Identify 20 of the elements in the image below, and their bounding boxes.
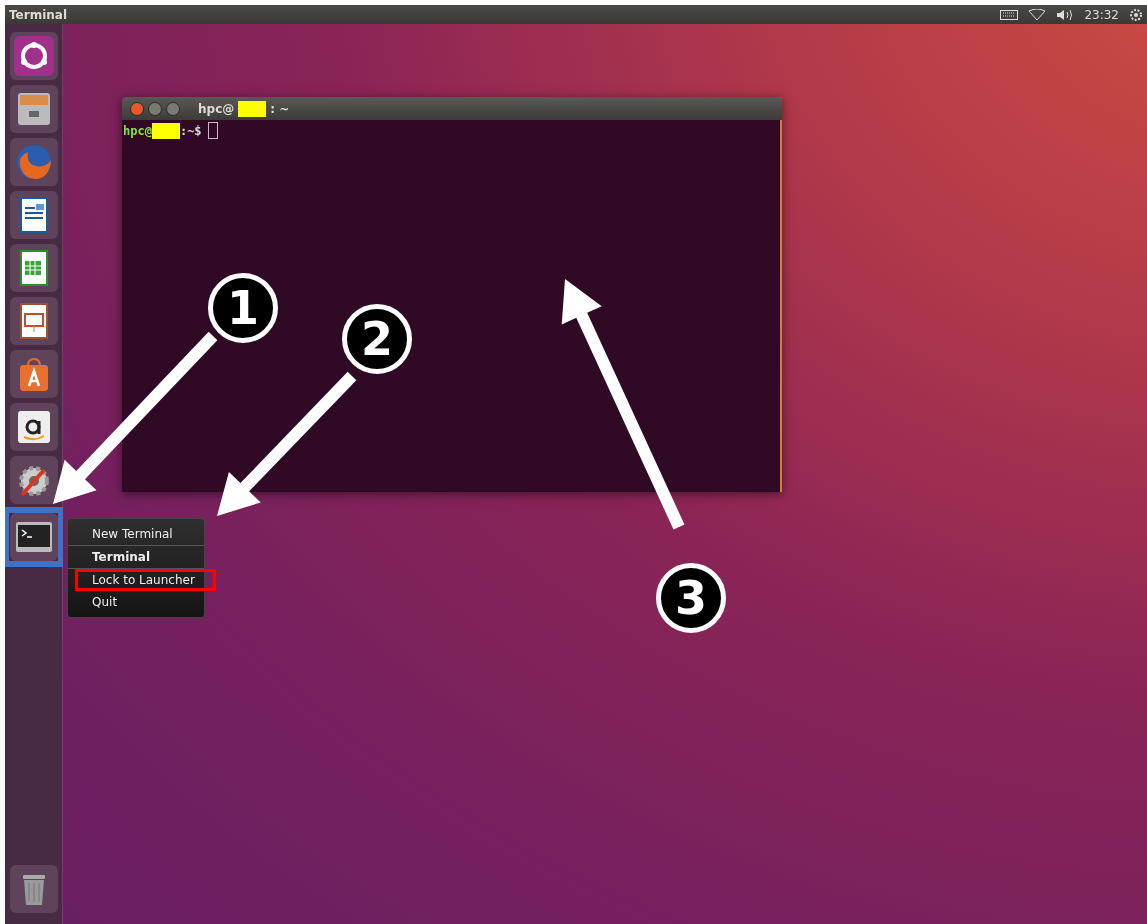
keyboard-icon[interactable] [1000,9,1019,20]
window-title: : ~ [270,101,290,116]
minimize-button[interactable] [148,101,162,116]
prompt-user: hpc@ [123,123,152,138]
window-title: hpc@ [198,101,235,116]
maximize-button[interactable] [166,101,180,116]
speaker-icon[interactable] [1056,8,1075,21]
window-title: Terminal [9,7,69,22]
prompt-path: :~$ [179,123,202,138]
menu-item[interactable]: Terminal [68,546,204,569]
menu-item[interactable]: New Terminal [68,523,204,546]
redaction-block [151,122,180,139]
text-cursor [207,122,218,139]
clock[interactable]: 23:32 [1084,7,1119,22]
redaction-block [238,100,267,117]
wifi-icon[interactable] [1028,8,1047,21]
menu-item[interactable]: Lock to Launcher [75,569,216,591]
menu-item[interactable]: Quit [68,591,204,613]
settings-icon[interactable] [1129,7,1143,22]
close-button[interactable] [130,101,144,116]
